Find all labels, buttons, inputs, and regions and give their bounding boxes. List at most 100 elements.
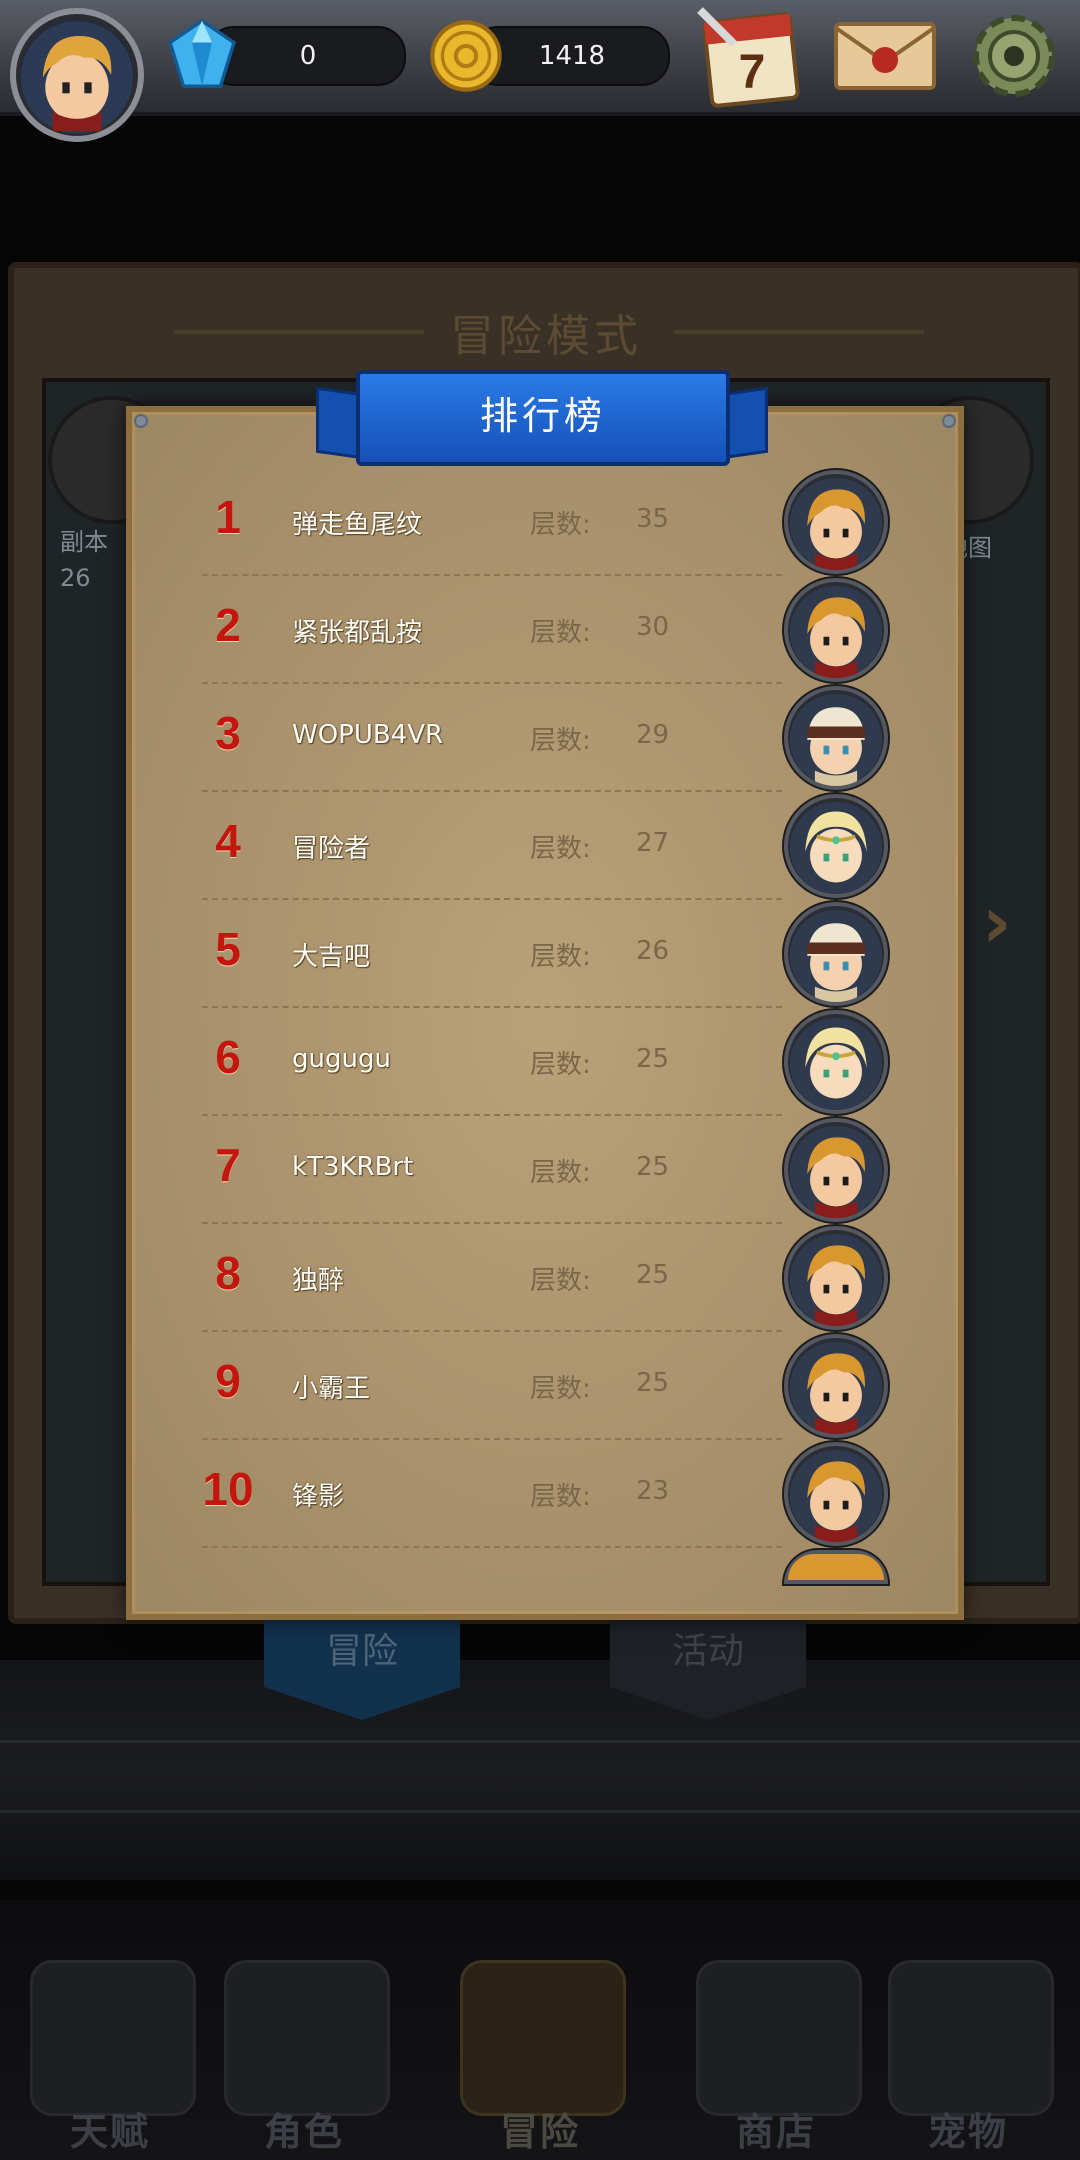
rank-number: 2 [215,599,241,651]
pet-orc-icon [888,1960,1054,2116]
player-name: 弹走鱼尾纹 [292,510,423,540]
adventure-mode-title: 冒险模式 [450,311,642,362]
player-name: kT3KRBrt [292,1152,414,1182]
shop-house-icon [696,1960,862,2116]
player-avatar-hero-headband-icon[interactable] [784,902,888,1006]
leaderboard-title: 排行榜 [479,394,606,438]
nav-character-label: 角色 [263,2110,344,2154]
floor-line [0,1740,1080,1743]
floors-value: 25 [636,1152,670,1182]
player-name: 锋影 [292,1482,345,1512]
player-name: gugugu [292,1044,391,1074]
nav-adventure-label: 冒险 [499,2110,580,2154]
dungeon-label-text: 副本 [60,528,108,556]
floors-label: 层数: [530,726,591,756]
next-row-avatar-icon [784,1550,888,1584]
floor-line [0,1810,1080,1813]
floors-value: 29 [636,720,670,750]
floors-value: 27 [636,828,670,858]
leaderboard-row[interactable]: 10 锋影 层数: 23 [132,1440,958,1548]
player-name: 紧张都乱按 [292,618,423,648]
leaderboard-row[interactable]: 5 大吉吧 层数: 26 [132,900,958,1008]
talent-book-icon [30,1960,196,2116]
player-avatar[interactable] [10,8,144,142]
bottom-nav: 天赋 角色 冒险 商店 宠物 [0,1900,1080,2160]
leaderboard-row[interactable]: 8 独醉 层数: 25 [132,1224,958,1332]
leaderboard-modal: 1 弹走鱼尾纹 层数: 35 2 紧张都乱按 层数: 30 3 WOPUB4VR 层数: 29 4 冒险者… [126,406,964,1620]
gem-icon [168,18,236,88]
crossed-swords-icon [460,1960,626,2116]
floors-label: 层数: [530,834,591,864]
player-name: 小霸王 [292,1374,371,1404]
character-helmet-icon [224,1960,390,2116]
leaderboard-row[interactable]: 9 小霸王 层数: 25 [132,1332,958,1440]
player-avatar-hero-blond-icon[interactable] [784,1334,888,1438]
nav-character[interactable]: 角色 [204,1900,404,2160]
row-divider [202,1546,782,1548]
rank-number: 6 [215,1031,241,1083]
leaderboard-row[interactable]: 6 gugugu 层数: 25 [132,1008,958,1116]
nav-talent-label: 天赋 [69,2110,150,2154]
calendar-day: 7 [739,46,766,99]
floors-value: 35 [636,504,670,534]
mail-envelope-icon[interactable] [830,14,940,98]
floors-value: 25 [636,1044,670,1074]
floors-label: 层数: [530,1374,591,1404]
leaderboard-row[interactable]: 4 冒险者 层数: 27 [132,792,958,900]
next-page-arrow-icon[interactable]: › [982,880,1012,964]
player-avatar-hero-blond-icon[interactable] [784,578,888,682]
rank-number: 1 [215,491,241,543]
pin-icon [134,414,148,428]
nav-shop-label: 商店 [735,2110,816,2154]
floors-label: 层数: [530,1050,591,1080]
leaderboard-row[interactable]: 2 紧张都乱按 层数: 30 [132,576,958,684]
player-avatar-hero-blond-icon[interactable] [784,1226,888,1330]
player-avatar-hero-elf-icon[interactable] [784,794,888,898]
player-name: 冒险者 [292,834,371,864]
floors-label: 层数: [530,1482,591,1512]
coin-icon [430,20,502,92]
floors-value: 23 [636,1476,670,1506]
nav-pet[interactable]: 宠物 [868,1900,1068,2160]
dungeon-label: 副本 26 [60,524,108,596]
rank-number: 7 [215,1139,241,1191]
player-name: 大吉吧 [292,942,371,972]
floors-value: 25 [636,1368,670,1398]
floors-label: 层数: [530,510,591,540]
floors-value: 30 [636,612,670,642]
stone-floor [0,1660,1080,1880]
leaderboard-row[interactable]: 1 弹走鱼尾纹 层数: 35 [132,468,958,576]
nav-pet-label: 宠物 [927,2110,1008,2154]
floors-label: 层数: [530,942,591,972]
pin-icon [942,414,956,428]
rank-number: 4 [215,815,241,867]
floors-label: 层数: [530,618,591,648]
leaderboard-ribbon: 排行榜 [356,370,730,466]
rank-number: 8 [215,1247,241,1299]
rank-number: 9 [215,1355,241,1407]
floors-label: 层数: [530,1158,591,1188]
player-avatar-icon [20,21,134,134]
rank-number: 5 [215,923,241,975]
rank-number: 10 [202,1463,254,1515]
settings-gear-icon[interactable] [958,6,1070,106]
player-name: WOPUB4VR [292,720,444,750]
leaderboard-row[interactable]: 3 WOPUB4VR 层数: 29 [132,684,958,792]
nav-adventure[interactable]: 冒险 [440,1900,640,2160]
nav-talent[interactable]: 天赋 [10,1900,210,2160]
player-avatar-hero-elf-icon[interactable] [784,1010,888,1114]
dungeon-label-count: 26 [60,564,91,592]
player-avatar-hero-blond-icon[interactable] [784,470,888,574]
player-name: 独醉 [292,1266,345,1296]
player-avatar-hero-blond-icon[interactable] [784,1118,888,1222]
leaderboard-row[interactable]: 7 kT3KRBrt 层数: 25 [132,1116,958,1224]
floors-label: 层数: [530,1266,591,1296]
player-avatar-hero-headband-icon[interactable] [784,686,888,790]
floors-value: 26 [636,936,670,966]
top-bar: 0 1418 7 [0,0,1080,142]
floors-value: 25 [636,1260,670,1290]
rank-number: 3 [215,707,241,759]
player-avatar-hero-blond-icon[interactable] [784,1442,888,1546]
daily-checkin-calendar-icon[interactable]: 7 [694,4,808,108]
nav-shop[interactable]: 商店 [676,1900,876,2160]
